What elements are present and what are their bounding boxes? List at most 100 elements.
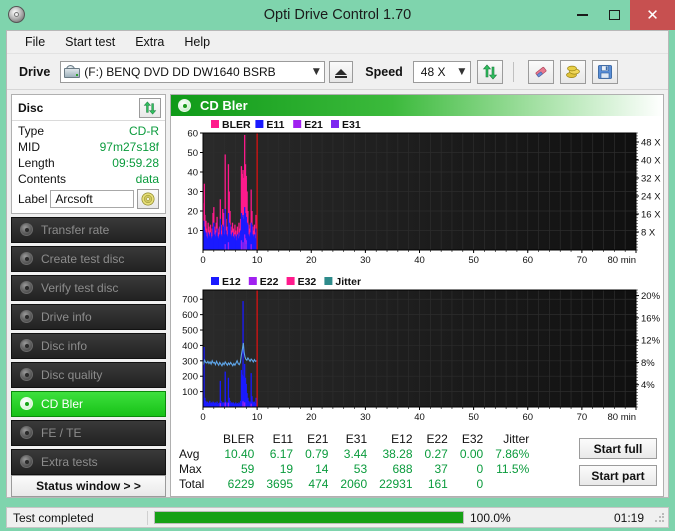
disc-panel-header: Disc [12,95,165,121]
menu-item-start-test[interactable]: Start test [55,32,125,52]
refresh-button[interactable] [476,59,503,84]
close-button[interactable]: ✕ [630,0,675,30]
svg-text:10: 10 [252,412,263,423]
menu-item-help[interactable]: Help [174,32,220,52]
charts-area: 10 20 30 40 50 60 8 X 16 X 24 X 32 X 40 X 48 X 0 10 20… [171,116,663,496]
sidebar-item-label: Create test disc [41,252,125,266]
e12-jitter-chart[interactable]: 100 200 300 400 500 600 700 4% 8% 12% 16% 20% 0 10 20 3… [171,273,663,430]
disc-icon [20,281,34,295]
cell-avg-e32: 0.00 [459,447,484,461]
sidebar-item-drive-info[interactable]: Drive info [11,304,166,330]
sidebar-item-disc-quality[interactable]: Disc quality [11,362,166,388]
svg-text:60: 60 [522,412,533,423]
svg-text:8%: 8% [641,358,655,369]
sidebar-item-fe-te[interactable]: FE / TE [11,420,166,446]
svg-text:BLER: BLER [222,119,251,131]
sidebar-item-transfer-rate[interactable]: Transfer rate [11,217,166,243]
disc-label-button[interactable] [137,189,159,209]
svg-text:10: 10 [252,255,263,266]
svg-text:8 X: 8 X [641,228,656,239]
svg-text:500: 500 [182,326,198,337]
client-area: File Start test Extra Help Drive (F:) BE… [6,30,669,498]
column-header-e21: E21 [307,432,329,446]
sidebar-nav: Transfer rate Create test disc Verify te… [11,217,166,475]
cell-total-e21: 474 [308,477,329,491]
sidebar-item-label: CD Bler [41,397,84,411]
disc-icon [20,310,34,324]
drive-icon [64,64,81,79]
svg-text:24 X: 24 X [641,192,661,203]
eject-button[interactable] [329,60,354,83]
maximize-button[interactable] [598,0,630,30]
disc-info-row-type: Type CD-R [18,124,159,139]
coins-button[interactable] [559,59,586,84]
svg-text:32 X: 32 X [641,174,661,185]
column-header-e11: E11 [272,432,294,446]
disc-info-value: data [135,172,159,186]
maximize-icon [608,10,620,20]
svg-text:12%: 12% [641,336,661,347]
eraser-button[interactable] [527,59,554,84]
bler-chart[interactable]: 10 20 30 40 50 60 8 X 16 X 24 X 32 X 40 X 48 X 0 10 20… [171,116,663,273]
svg-text:E31: E31 [342,119,361,131]
svg-text:50: 50 [468,255,479,266]
svg-text:70: 70 [577,412,588,423]
svg-text:Jitter: Jitter [335,276,361,288]
eject-icon [335,68,348,78]
disc-icon [20,455,34,469]
svg-text:50: 50 [187,148,198,159]
sidebar-item-label: Disc info [41,339,88,353]
disc-info-rows: Type CD-R MID 97m27s18f Length 09:59.28 [12,121,165,213]
disc-info-value: CD-R [129,124,159,138]
resize-grip-icon[interactable] [654,511,666,524]
content-panel: CD Bler 10 20 30 40 50 60 8 X 16 X 24 X 32 X 40 X 4… [170,94,664,497]
svg-text:E21: E21 [304,119,323,131]
svg-text:20: 20 [187,207,198,218]
bler-chart-svg: 10 20 30 40 50 60 8 X 16 X 24 X 32 X 40 X 48 X 0 10 20… [187,119,661,266]
cell-avg-e11: 6.17 [269,447,294,461]
speed-select[interactable]: 48 X ▼ [412,60,471,83]
svg-text:40: 40 [187,168,198,179]
disc-info-value: 97m27s18f [99,140,159,154]
disc-info-panel: Disc Type CD-R MID 97m27s18f Length 09:5… [11,94,166,214]
disc-label-input[interactable]: Arcsoft [50,190,134,208]
disc-icon [20,397,34,411]
table-header-row: BLER E11 E21 E31 E12 E22 E32 Jitter [173,432,535,447]
save-button[interactable] [591,59,618,84]
disc-icon [20,339,34,353]
menu-item-file[interactable]: File [15,32,55,52]
toolbar-separator [512,61,514,82]
disc-label-row: Label Arcsoft [18,189,159,209]
action-buttons: Start full Start part [573,432,663,486]
disc-info-row-length: Length 09:59.28 [18,156,159,171]
table-corner [173,432,217,447]
sidebar-item-create-test-disc[interactable]: Create test disc [11,246,166,272]
row-label-max: Max [179,462,202,476]
cell-total-e31: 2060 [340,477,368,491]
disc-info-row-mid: MID 97m27s18f [18,140,159,155]
elapsed-time: 01:19 [613,510,644,525]
start-full-button[interactable]: Start full [579,438,657,459]
status-window-button[interactable]: Status window > > [11,475,166,497]
disc-refresh-button[interactable] [139,98,161,118]
menu-item-extra[interactable]: Extra [125,32,174,52]
sidebar-item-cd-bler[interactable]: CD Bler [11,391,166,417]
svg-text:60: 60 [522,255,533,266]
sidebar-item-extra-tests[interactable]: Extra tests [11,449,166,475]
svg-text:700: 700 [182,295,198,306]
sidebar-item-verify-test-disc[interactable]: Verify test disc [11,275,166,301]
save-icon [597,64,612,79]
sidebar-item-disc-info[interactable]: Disc info [11,333,166,359]
cell-max-e31: 53 [353,462,368,476]
svg-text:0: 0 [200,412,205,423]
minimize-button[interactable] [566,0,598,30]
chevron-down-icon: ▼ [312,66,320,77]
disc-panel-title: Disc [18,101,44,115]
svg-text:50: 50 [468,412,479,423]
svg-text:40: 40 [414,412,425,423]
start-part-button[interactable]: Start part [579,465,657,486]
svg-text:16 X: 16 X [641,210,661,221]
sidebar: Disc Type CD-R MID 97m27s18f Length 09:5… [11,94,166,497]
drive-select[interactable]: (F:) BENQ DVD DD DW1640 BSRB ▼ [60,60,326,83]
app-window: Opti Drive Control 1.70 ✕ File Start tes… [0,0,675,531]
